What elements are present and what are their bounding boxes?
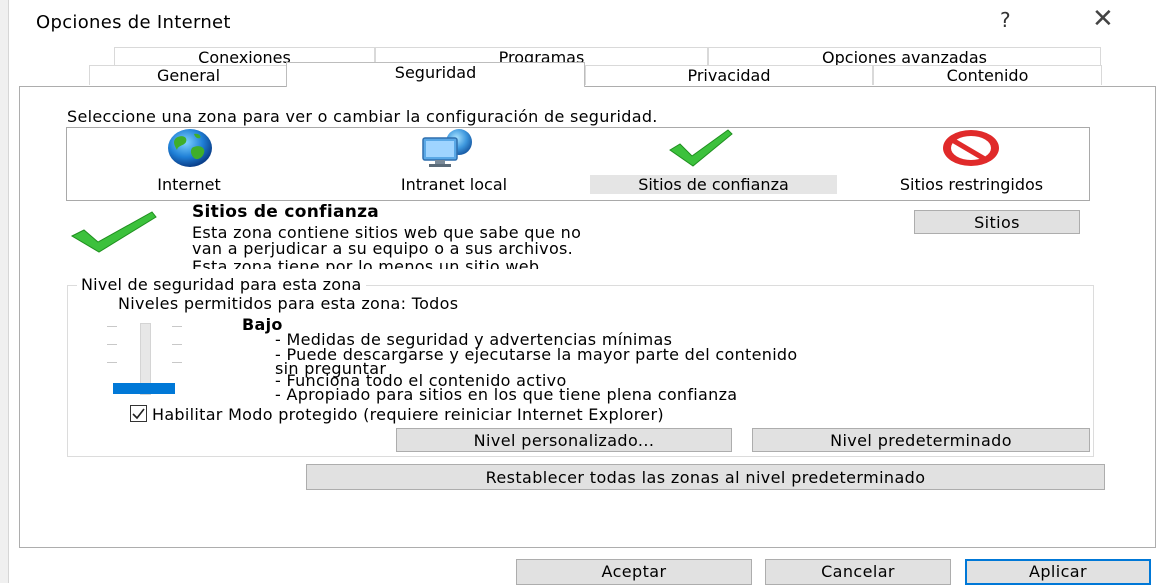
default-level-button[interactable]: Nivel predeterminado xyxy=(752,428,1090,452)
reset-all-zones-button[interactable]: Restablecer todas las zonas al nivel pre… xyxy=(306,464,1105,490)
zone-label: Sitios restringidos xyxy=(899,175,1044,194)
zone-label: Intranet local xyxy=(400,175,508,194)
protected-mode-checkbox[interactable] xyxy=(130,405,147,422)
selected-zone-note: Esta zona tiene por lo menos un sitio we… xyxy=(192,258,545,269)
security-level-group-label: Nivel de seguridad para esta zona xyxy=(77,275,366,294)
ok-button[interactable]: Aceptar xyxy=(516,559,752,585)
slider-tick xyxy=(172,326,182,327)
custom-level-button[interactable]: Nivel personalizado... xyxy=(396,428,732,452)
tab-opciones-avanzadas[interactable]: Opciones avanzadas xyxy=(708,47,1101,67)
intranet-icon xyxy=(419,128,489,172)
selected-zone-checkmark-icon xyxy=(68,210,160,258)
slider-tick xyxy=(107,326,117,327)
tab-seguridad[interactable]: Seguridad xyxy=(286,62,585,87)
globe-icon xyxy=(162,128,218,172)
tab-privacidad[interactable]: Privacidad xyxy=(585,65,873,85)
tab-contenido[interactable]: Contenido xyxy=(873,65,1102,85)
internet-options-dialog: Opciones de Internet ? ✕ Conexiones Prog… xyxy=(0,0,1173,585)
slider-tick xyxy=(172,344,182,345)
allowed-levels-text: Niveles permitidos para esta zona: Todos xyxy=(118,294,459,313)
apply-button[interactable]: Aplicar xyxy=(965,559,1151,585)
checkmark-icon xyxy=(132,408,145,420)
zone-instruction: Seleccione una zona para ver o cambiar l… xyxy=(67,107,658,126)
tab-general[interactable]: General xyxy=(89,65,288,85)
zone-label: Sitios de confianza xyxy=(590,175,837,194)
zone-internet[interactable]: Internet xyxy=(135,129,243,194)
slider-tick xyxy=(172,362,182,363)
zone-label: Internet xyxy=(157,175,221,194)
zone-sitios-de-confianza[interactable]: Sitios de confianza xyxy=(590,129,837,194)
checkmark-icon xyxy=(666,128,736,172)
help-button[interactable]: ? xyxy=(1000,8,1011,32)
window-left-edge xyxy=(0,0,9,583)
slider-tick xyxy=(107,362,117,363)
sites-button[interactable]: Sitios xyxy=(914,210,1080,234)
slider-tick xyxy=(107,344,117,345)
no-entry-icon xyxy=(939,128,1003,172)
cancel-button[interactable]: Cancelar xyxy=(765,559,951,585)
zone-list: Internet Intranet local Sitios de confia… xyxy=(66,127,1090,201)
protected-mode-label: Habilitar Modo protegido (requiere reini… xyxy=(152,405,664,424)
dialog-title: Opciones de Internet xyxy=(36,12,231,33)
security-level-slider-thumb[interactable] xyxy=(113,383,175,394)
close-button[interactable]: ✕ xyxy=(1092,4,1114,34)
selected-zone-title: Sitios de confianza xyxy=(192,202,380,222)
zone-sitios-restringidos[interactable]: Sitios restringidos xyxy=(854,130,1089,194)
zone-intranet-local[interactable]: Intranet local xyxy=(363,129,545,194)
security-level-detail: - Apropiado para sitios en los que tiene… xyxy=(275,385,738,404)
selected-zone-description-line2: van a perjudicar a su equipo o a sus arc… xyxy=(192,239,574,258)
